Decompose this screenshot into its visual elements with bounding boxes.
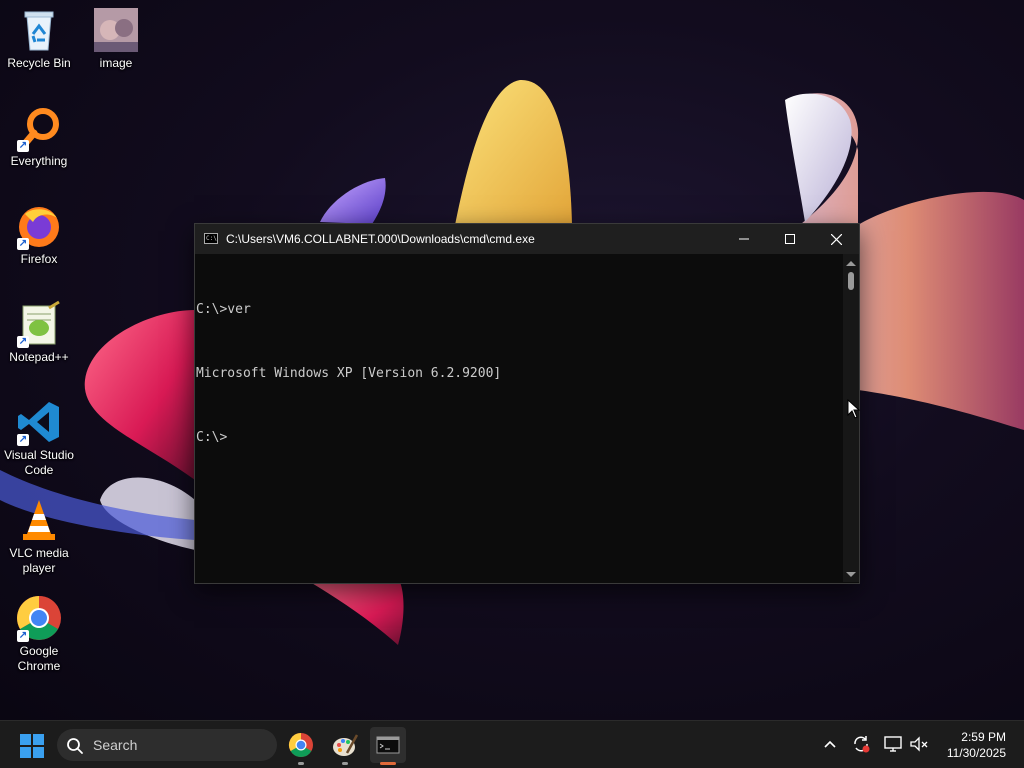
volume-muted-icon[interactable] [908, 733, 930, 755]
desktop-icon-label: Google Chrome [17, 644, 61, 673]
maximize-icon [785, 234, 795, 244]
search-icon [67, 738, 83, 754]
console-output[interactable]: C:\>ver Microsoft Windows XP [Version 6.… [195, 254, 843, 582]
cmd-window[interactable]: C:\ C:\Users\VM6.COLLABNET.000\Downloads… [194, 223, 860, 584]
network-icon[interactable] [882, 733, 904, 755]
desktop-icon-label: Recycle Bin [7, 56, 71, 70]
desktop-icon-vscode[interactable]: ↗ Visual Studio Code [1, 398, 77, 478]
chevron-up-icon[interactable] [819, 733, 841, 755]
maximize-button[interactable] [767, 224, 813, 254]
notepad-plus-plus-icon: ↗ [15, 300, 63, 348]
desktop-icon-recycle-bin[interactable]: Recycle Bin [1, 6, 77, 71]
window-title: C:\Users\VM6.COLLABNET.000\Downloads\cmd… [226, 232, 535, 246]
shortcut-arrow-icon: ↗ [17, 630, 29, 642]
scroll-up-arrow-icon[interactable] [846, 261, 856, 266]
desktop-icon-firefox[interactable]: ↗ Firefox [1, 202, 77, 267]
shortcut-arrow-icon: ↗ [17, 434, 29, 446]
vscode-icon: ↗ [15, 398, 63, 446]
shortcut-arrow-icon: ↗ [17, 238, 29, 250]
mouse-cursor-icon [847, 399, 861, 419]
running-indicator [298, 762, 304, 765]
everything-search-icon: ↗ [15, 104, 63, 152]
desktop-icon-notepad-plus-plus[interactable]: ↗ Notepad++ [1, 300, 77, 365]
cmd-icon [376, 736, 400, 754]
vlc-icon [15, 496, 63, 544]
scrollbar-thumb[interactable] [848, 272, 854, 290]
clock-time: 2:59 PM [961, 730, 1006, 744]
running-indicator [342, 762, 348, 765]
taskbar-app-cmd[interactable] [370, 727, 406, 765]
desktop-icon-label: VLC media player [9, 546, 69, 575]
desktop-icon-label: Firefox [20, 252, 58, 266]
desktop-icon-vlc[interactable]: VLC media player [1, 496, 77, 576]
start-button[interactable] [14, 729, 50, 761]
shortcut-arrow-icon: ↗ [17, 140, 29, 152]
desktop-icon-label: Notepad++ [9, 350, 69, 364]
taskbar-app-chrome[interactable] [283, 727, 319, 765]
close-button[interactable] [813, 224, 859, 254]
title-bar[interactable]: C:\ C:\Users\VM6.COLLABNET.000\Downloads… [195, 224, 859, 254]
minimize-icon [739, 238, 749, 240]
windows-logo-icon [20, 734, 44, 758]
chrome-icon [288, 733, 313, 758]
desktop-icon-label: Visual Studio Code [4, 448, 74, 477]
cmd-icon: C:\ [204, 233, 218, 244]
chrome-icon: ↗ [15, 594, 63, 642]
taskbar-search-box[interactable]: Search [57, 729, 277, 761]
scroll-down-arrow-icon[interactable] [846, 572, 856, 577]
clock-date: 11/30/2025 [946, 746, 1006, 760]
search-placeholder: Search [93, 737, 138, 753]
shortcut-arrow-icon: ↗ [17, 336, 29, 348]
console-prompt: C:\> [196, 430, 228, 445]
taskbar-clock[interactable]: 2:59 PM 11/30/2025 [947, 729, 1006, 761]
image-thumbnail-icon [92, 6, 140, 54]
sync-icon[interactable] [850, 733, 872, 755]
active-indicator [380, 762, 396, 765]
desktop-icon-image[interactable]: image [78, 6, 154, 71]
desktop-icon-everything[interactable]: ↗ Everything [1, 104, 77, 169]
console-line: C:\>ver [196, 302, 251, 317]
console-line: Microsoft Windows XP [Version 6.2.9200] [196, 366, 502, 381]
recycle-bin-icon [15, 6, 63, 54]
firefox-icon: ↗ [15, 202, 63, 250]
desktop: Recycle Bin image ↗ Everything ↗ Firefox… [0, 0, 1024, 720]
minimize-button[interactable] [721, 224, 767, 254]
desktop-icon-chrome[interactable]: ↗ Google Chrome [1, 594, 77, 674]
paint-icon [333, 734, 359, 756]
close-icon [830, 233, 842, 245]
taskbar: Search 2:59 PM 11/30/2025 [0, 720, 1024, 768]
taskbar-app-paint[interactable] [327, 727, 363, 765]
desktop-icon-label: Everything [10, 154, 68, 168]
desktop-icon-label: image [99, 56, 133, 70]
